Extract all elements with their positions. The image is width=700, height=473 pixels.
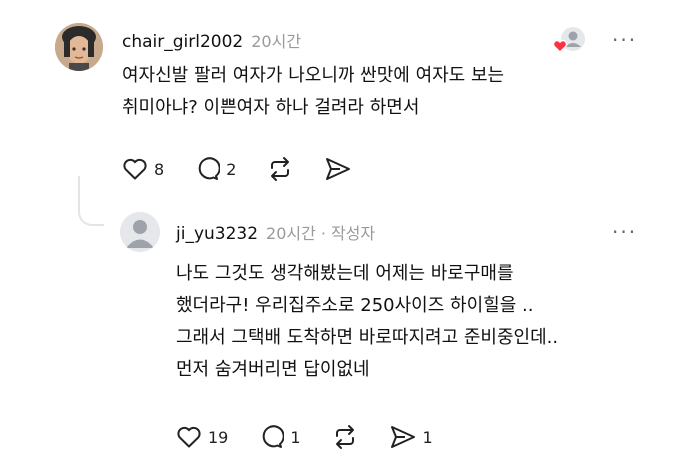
heart-badge-icon [552,39,568,54]
repost-icon [335,425,354,449]
share-count: 1 [422,427,433,447]
comment-header: chair_girl2002 20시간 [122,28,301,52]
share-button[interactable]: 1 [389,424,433,450]
comment-icon [198,157,221,180]
comment-body: 나도 그것도 생각해봤는데 어제는 바로구매를 했더라구! 우리집주소로 250… [176,258,558,386]
comment-text-line: 먼저 숨겨버리면 답이없네 [176,359,370,380]
share-icon [390,426,415,448]
comment-text-line: 그래서 그택배 도착하면 바로따지려고 준비중인데.. [176,327,559,348]
comment-body: 여자신발 팔러 여자가 나오니까 싼맛에 여자도 보는 취미아냐? 이쁜여자 하… [122,60,504,124]
username[interactable]: ji_yu3232 [176,224,258,244]
like-button[interactable]: 19 [176,425,228,449]
like-button[interactable]: 8 [122,157,164,181]
author-badge: 작성자 [330,224,376,243]
comment-text-line: 나도 그것도 생각해봤는데 어제는 바로구매를 [176,263,514,284]
reply-count: 2 [226,159,237,179]
reply-count: 1 [290,427,301,447]
comment-header: ji_yu3232 20시간 · 작성자 [176,220,375,244]
more-options-button[interactable]: ··· [612,220,637,244]
comment-actions: 19 1 1 [176,424,463,450]
heart-icon [123,158,147,180]
timestamp: 20시간 [266,224,316,243]
avatar[interactable] [120,212,160,252]
more-icon: ··· [612,28,638,52]
timestamp: 20시간 [251,32,302,51]
share-button[interactable] [324,156,352,182]
repost-button[interactable] [266,156,294,182]
comment-icon [263,425,285,448]
like-count: 19 [208,427,229,447]
avatar[interactable] [55,23,103,71]
comment-actions: 8 2 [122,156,382,182]
separator-dot: · [320,224,326,243]
liked-by-author-badge [552,26,586,54]
person-icon [120,212,160,252]
comment-text-line: 취미아냐? 이쁜여자 하나 걸려라 하면서 [122,97,420,118]
more-icon: ··· [612,220,638,244]
more-options-button[interactable]: ··· [612,28,637,52]
repost-icon [271,157,290,181]
reply-button[interactable]: 1 [258,424,301,450]
username[interactable]: chair_girl2002 [122,32,243,52]
comment-text-line: 여자신발 팔러 여자가 나오니까 싼맛에 여자도 보는 [122,65,505,86]
share-icon [326,158,351,180]
like-count: 8 [154,159,165,179]
repost-button[interactable] [331,424,359,450]
thread-connector-line [78,176,104,226]
comment-text-line: 했더라구! 우리집주소로 250사이즈 하이힐을 .. [176,295,534,316]
heart-icon [177,426,201,448]
reply-button[interactable]: 2 [194,156,236,182]
